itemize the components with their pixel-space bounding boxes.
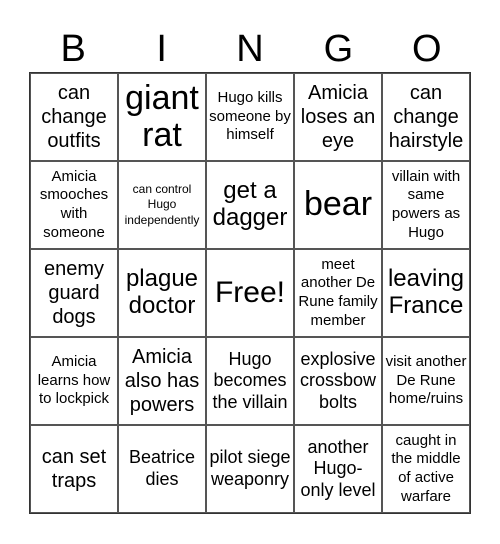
bingo-cell-text: can change outfits: [41, 82, 107, 152]
bingo-cell-text: can change hairstyle: [388, 82, 464, 152]
bingo-cell-free[interactable]: Free!: [206, 249, 294, 337]
header-letter-b: B: [60, 28, 86, 70]
bingo-cell-text: meet another De Rune family member: [298, 255, 378, 329]
bingo-cell[interactable]: Amicia loses an eye: [294, 73, 382, 161]
header-letter-o: O: [412, 28, 442, 70]
bingo-cell-text: Beatrice dies: [128, 447, 196, 489]
bingo-cell[interactable]: Hugo kills someone by himself: [206, 73, 294, 161]
bingo-cell-text: explosive crossbow bolts: [299, 348, 377, 412]
bingo-cell[interactable]: Amicia also has powers: [118, 337, 206, 425]
bingo-cell[interactable]: explosive crossbow bolts: [294, 337, 382, 425]
bingo-cell[interactable]: Amicia learns how to lockpick: [30, 337, 118, 425]
bingo-cell-text: leaving France: [387, 265, 465, 319]
bingo-cell[interactable]: can change outfits: [30, 73, 118, 161]
bingo-grid: can change outfits giant rat Hugo kills so…: [29, 72, 471, 514]
bingo-cell[interactable]: Beatrice dies: [118, 425, 206, 513]
bingo-cell[interactable]: another Hugo-only level: [294, 425, 382, 513]
bingo-cell-text: giant rat: [125, 78, 199, 154]
bingo-cell-text: another Hugo-only level: [300, 436, 376, 500]
header-letter-n: N: [236, 28, 264, 70]
bingo-cell[interactable]: enemy guard dogs: [30, 249, 118, 337]
bingo-cell[interactable]: pilot siege weaponry: [206, 425, 294, 513]
bingo-header: B I N G O: [29, 26, 471, 72]
bingo-cell[interactable]: giant rat: [118, 73, 206, 161]
bingo-cell-text: enemy guard dogs: [43, 258, 105, 328]
bingo-cell-text: visit another De Rune home/ruins: [385, 352, 467, 408]
bingo-cell-text: pilot siege weaponry: [209, 447, 291, 489]
bingo-cell[interactable]: Hugo becomes the villain: [206, 337, 294, 425]
bingo-cell[interactable]: caught in the middle of active warfare: [382, 425, 470, 513]
bingo-cell[interactable]: meet another De Rune family member: [294, 249, 382, 337]
bingo-cell-text: Hugo kills someone by himself: [209, 88, 291, 144]
bingo-cell-text: Amicia loses an eye: [300, 82, 376, 152]
bingo-cell-text: get a dagger: [212, 177, 288, 231]
bingo-cell-text: Free!: [214, 276, 286, 310]
bingo-cell[interactable]: bear: [294, 161, 382, 249]
bingo-cell-text: Amicia smooches with someone: [39, 167, 109, 241]
bingo-cell-text: can set traps: [41, 446, 107, 492]
bingo-cell-text: bear: [303, 185, 373, 224]
bingo-cell[interactable]: plague doctor: [118, 249, 206, 337]
bingo-cell-text: can control Hugo independently: [124, 181, 200, 227]
bingo-cell-text: villain with same powers as Hugo: [391, 167, 461, 241]
bingo-cell-text: caught in the middle of active warfare: [391, 431, 461, 505]
bingo-cell[interactable]: leaving France: [382, 249, 470, 337]
bingo-cell[interactable]: can control Hugo independently: [118, 161, 206, 249]
bingo-cell-text: Amicia also has powers: [124, 346, 200, 416]
header-letter-i: I: [156, 28, 167, 70]
bingo-cell[interactable]: get a dagger: [206, 161, 294, 249]
bingo-cell[interactable]: can set traps: [30, 425, 118, 513]
bingo-cell-text: plague doctor: [125, 265, 199, 319]
bingo-cell[interactable]: visit another De Rune home/ruins: [382, 337, 470, 425]
bingo-cell[interactable]: villain with same powers as Hugo: [382, 161, 470, 249]
bingo-cell-text: Amicia learns how to lockpick: [37, 352, 111, 408]
bingo-cell-text: Hugo becomes the villain: [212, 348, 288, 412]
header-letter-g: G: [323, 28, 354, 70]
bingo-cell[interactable]: Amicia smooches with someone: [30, 161, 118, 249]
bingo-cell[interactable]: can change hairstyle: [382, 73, 470, 161]
